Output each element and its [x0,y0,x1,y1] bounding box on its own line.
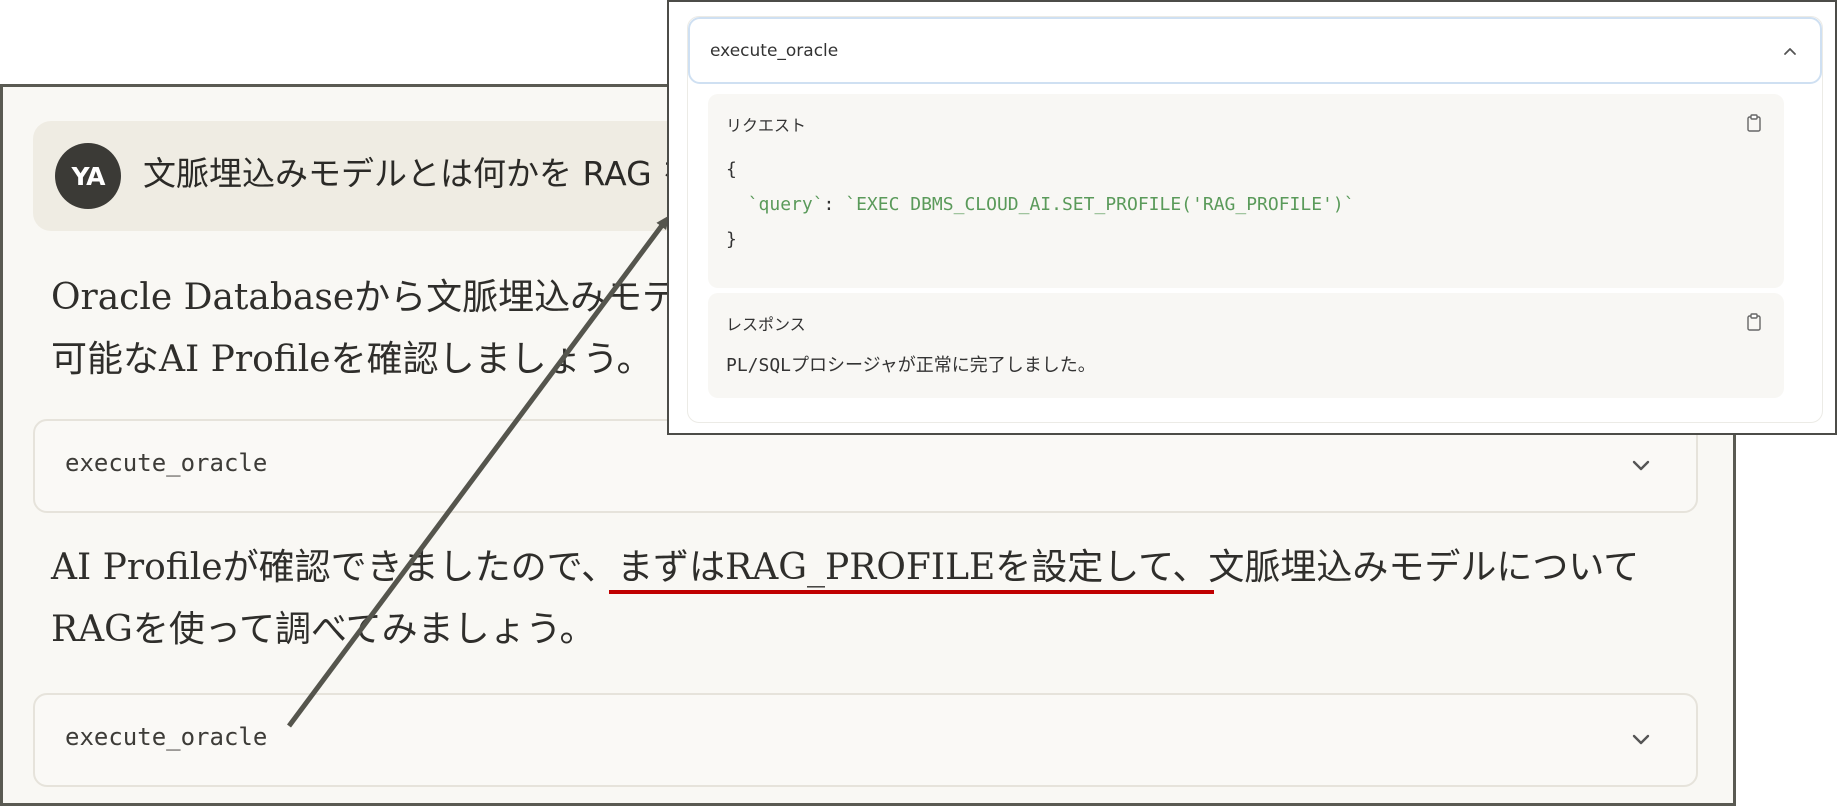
user-avatar: YA [55,143,121,209]
tool-card-name: execute_oracle [65,723,268,751]
expanded-tool-popup: execute_oracle リクエスト { `query`: `EXEC DB… [667,0,1837,435]
assistant-paragraph-1-line-1: Oracle Databaseから文脈埋込みモデル [51,277,715,318]
code-query-line: `query`: `EXEC DBMS_CLOUD_AI.SET_PROFILE… [726,194,1355,215]
request-panel: リクエスト { `query`: `EXEC DBMS_CLOUD_AI.SET… [708,94,1784,288]
tool-card-name: execute_oracle [65,449,268,477]
assistant-text-prefix: AI Profileが確認できましたので、 [51,547,618,588]
response-panel: レスポンス PL/SQLプロシージャが正常に完了しました。 [708,293,1784,398]
assistant-text-suffix: 文脈埋込みモデルについて [1208,547,1640,588]
chevron-up-icon[interactable] [1780,41,1800,61]
chevron-down-icon[interactable] [1626,725,1656,755]
tool-card-header[interactable]: execute_oracle [688,17,1822,84]
chevron-down-icon[interactable] [1626,451,1656,481]
code-key: `query` [747,194,824,215]
tool-card-name: execute_oracle [710,41,839,61]
assistant-paragraph-1-line-2: 可能なAI Profileを確認しましょう。 [51,339,653,380]
tool-card-execute-oracle-2[interactable]: execute_oracle [33,693,1698,787]
response-title: レスポンス [726,315,806,334]
response-text: PL/SQLプロシージャが正常に完了しました。 [726,355,1096,376]
assistant-paragraph-2: AI Profileが確認できましたので、まずはRAG_PROFILEを設定して… [51,537,1639,661]
highlighted-text: まずはRAG_PROFILEを設定して、 [617,547,1209,588]
code-open-brace: { [726,159,737,180]
code-close-brace: } [726,229,737,250]
code-value: `EXEC DBMS_CLOUD_AI.SET_PROFILE('RAG_PRO… [845,194,1355,215]
request-title: リクエスト [726,116,807,135]
copy-icon[interactable] [1746,313,1762,331]
assistant-paragraph-1: Oracle Databaseから文脈埋込みモデル 可能なAI Profileを… [51,267,714,391]
copy-icon[interactable] [1746,114,1762,132]
assistant-paragraph-2-line-2: RAGを使って調べてみましょう。 [51,609,596,650]
code-separator: : [823,194,846,215]
expanded-tool-card: execute_oracle リクエスト { `query`: `EXEC DB… [687,16,1823,423]
user-message-text: 文脈埋込みモデルとは何かを RAG を使 [143,154,729,193]
assistant-paragraph-2-line-1: AI Profileが確認できましたので、まずはRAG_PROFILEを設定して… [51,537,1639,599]
